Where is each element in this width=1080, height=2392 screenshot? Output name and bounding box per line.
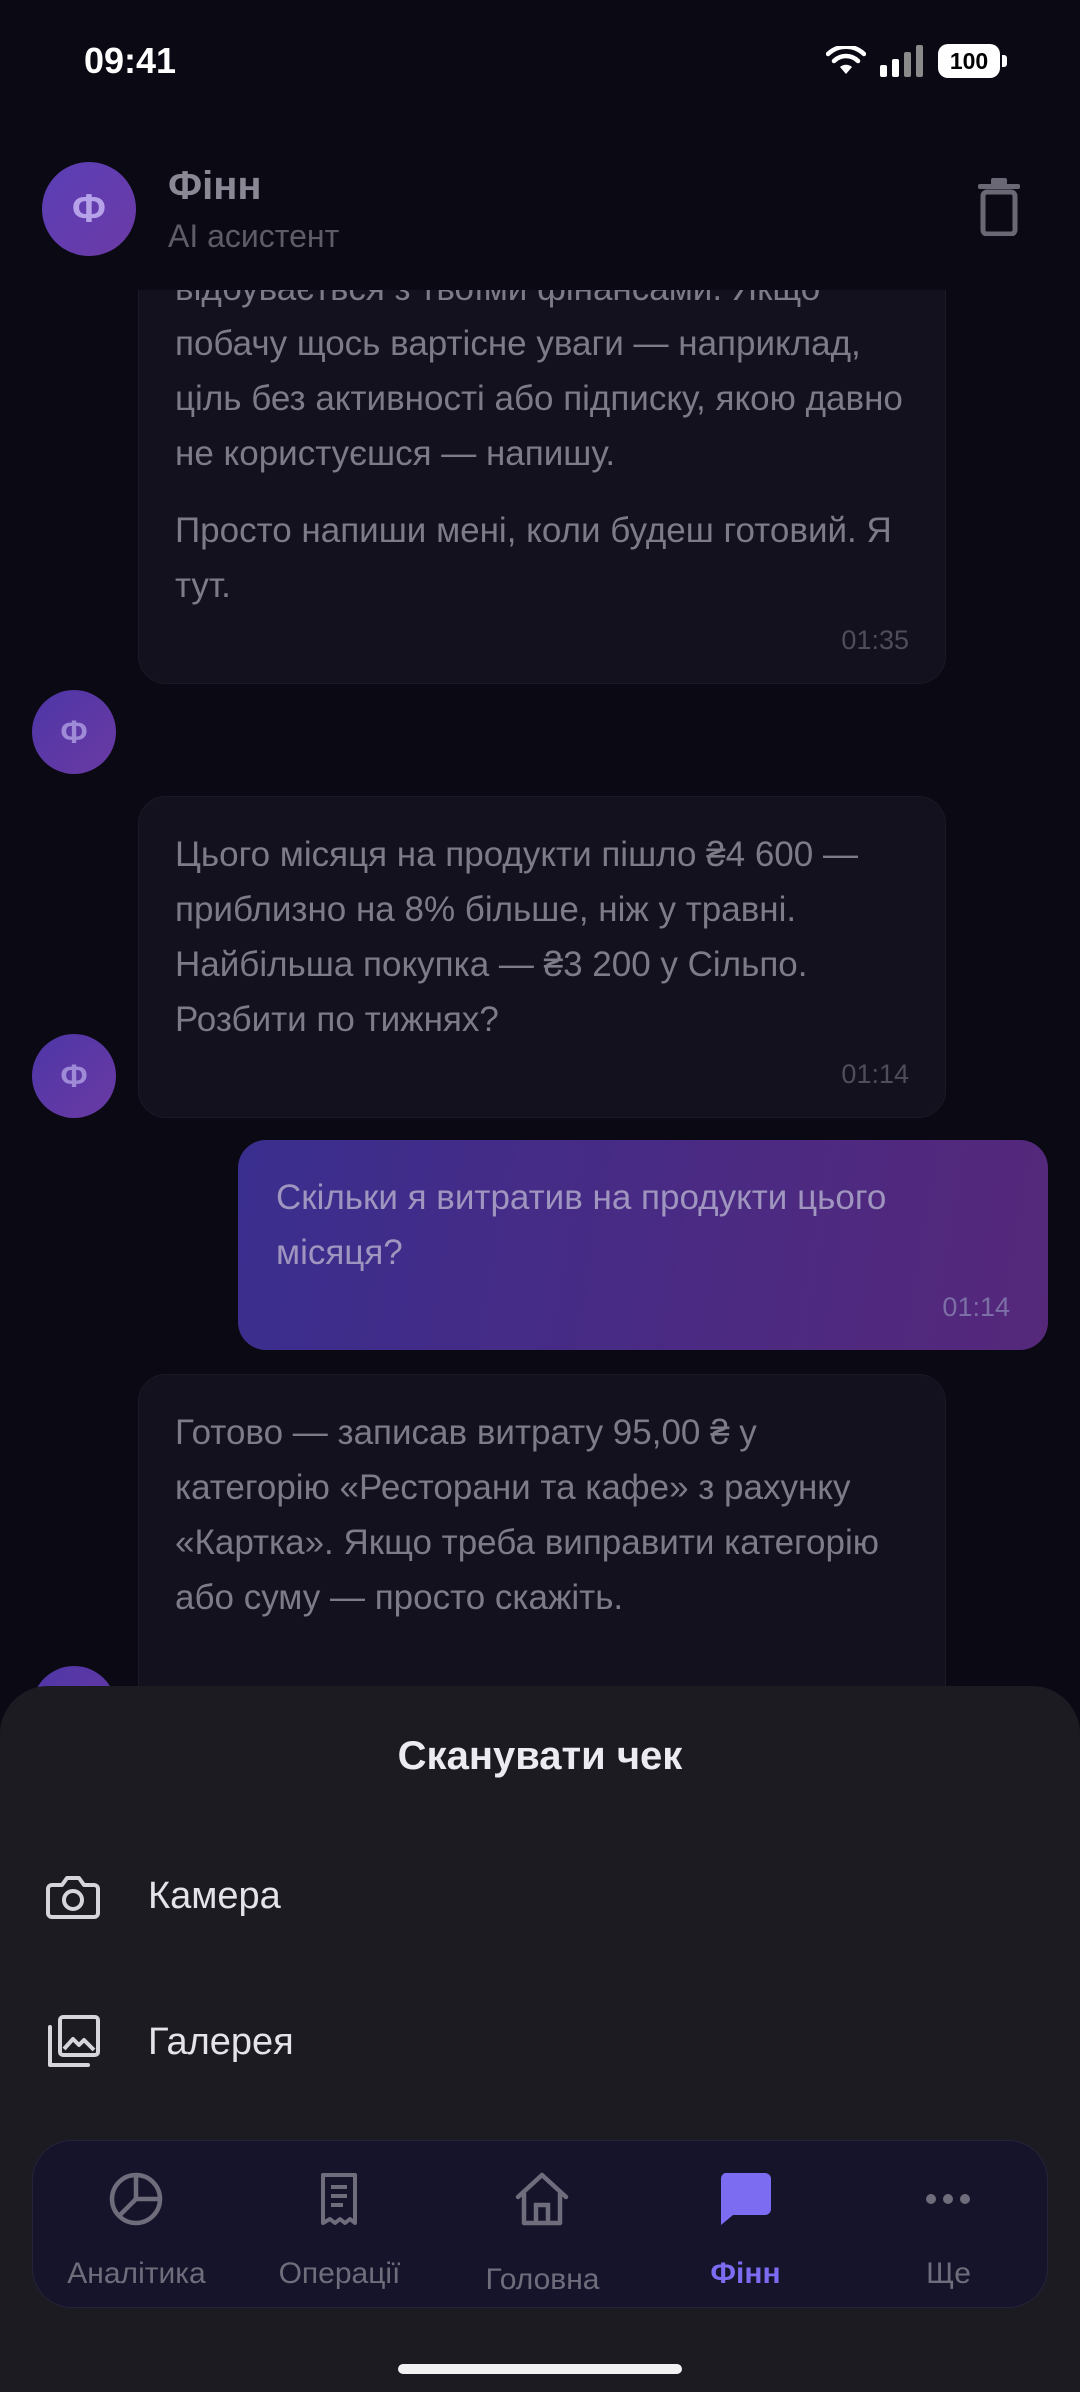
nav-item-finn[interactable]: Фінн (644, 2141, 847, 2309)
nav-label: Ще (926, 2257, 971, 2290)
assistant-message: Цього місяця на продукти пішло ₴4 600 — … (138, 796, 946, 1118)
nav-label: Аналітика (67, 2257, 206, 2290)
sheet-option-label: Камера (148, 1874, 281, 1917)
pie-chart-icon (109, 2172, 163, 2226)
status-bar: 09:41 100 (0, 0, 1080, 130)
gallery-icon (48, 2015, 100, 2067)
assistant-subtitle: AI асистент (168, 218, 340, 254)
sheet-title: Сканувати чек (397, 1734, 683, 1778)
sheet-option-camera[interactable]: Камера (0, 1836, 1080, 1956)
wifi-icon (826, 46, 866, 74)
message-time: 01:35 (841, 625, 909, 655)
battery-indicator: 100 (938, 44, 1007, 78)
nav-label: Операції (278, 2257, 401, 2290)
status-icons: 100 (826, 44, 1007, 78)
chat-messages[interactable]: відбувається з твоїми фінансами. Якщо по… (0, 290, 1080, 1690)
chat-bubble-icon (720, 2173, 771, 2225)
message-time: 01:14 (942, 1292, 1010, 1322)
nav-item-analytics[interactable]: Аналітика (35, 2141, 238, 2309)
camera-icon (46, 1876, 100, 1919)
assistant-avatar: Ф (32, 690, 116, 774)
assistant-message: Готово — записав витрату 95,00 ₴ у катег… (138, 1374, 946, 1690)
user-message: Скільки я витратив на продукти цього міс… (238, 1140, 1048, 1350)
assistant-message: відбувається з твоїми фінансами. Якщо по… (138, 290, 946, 684)
message-time: 01:14 (841, 1059, 909, 1089)
status-time: 09:41 (84, 40, 177, 81)
message-text: Готово — записав витрату 95,00 ₴ у катег… (175, 1413, 879, 1617)
nav-item-more[interactable]: Ще (847, 2141, 1050, 2309)
nav-item-operations[interactable]: Операції (238, 2141, 441, 2309)
sheet-option-gallery[interactable]: Галерея (0, 1982, 1080, 2102)
nav-item-home[interactable]: Головна (441, 2141, 644, 2309)
message-text: Скільки я витратив на продукти цього міс… (276, 1178, 887, 1272)
more-dots-icon (926, 2194, 970, 2204)
signal-icon (880, 45, 923, 77)
assistant-name: Фінн (168, 164, 262, 208)
trash-icon[interactable] (974, 178, 1024, 236)
message-text: Цього місяця на продукти пішло ₴4 600 — … (175, 835, 858, 1039)
assistant-avatar: Ф (32, 1034, 116, 1118)
home-icon (515, 2172, 569, 2226)
bottom-navigation: Аналітика Операції Головна Фінн Ще (32, 2140, 1048, 2308)
assistant-avatar: Ф (42, 162, 136, 256)
receipt-icon (321, 2173, 357, 2225)
message-text: Просто напиши мені, коли будеш готовий. … (175, 511, 892, 605)
nav-label: Головна (485, 2263, 600, 2296)
home-indicator (398, 2364, 682, 2374)
chat-header: Ф Фінн AI асистент (0, 150, 1080, 290)
message-text: відбувається з твоїми фінансами. Якщо по… (175, 290, 903, 473)
sheet-option-label: Галерея (148, 2020, 294, 2063)
nav-label: Фінн (710, 2257, 781, 2290)
